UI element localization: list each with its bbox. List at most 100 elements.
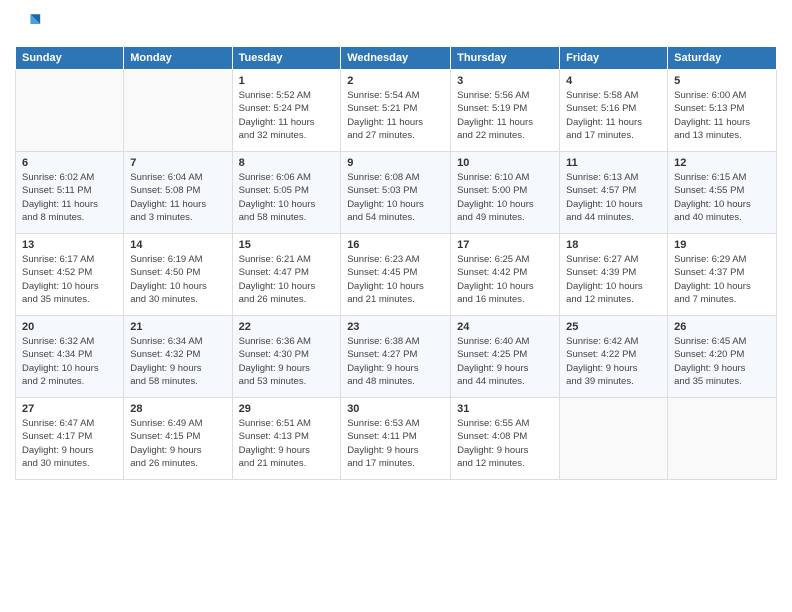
day-number: 15	[239, 239, 335, 251]
day-info: Sunrise: 6:02 AM Sunset: 5:11 PM Dayligh…	[22, 171, 117, 224]
day-info: Sunrise: 6:17 AM Sunset: 4:52 PM Dayligh…	[22, 253, 117, 306]
day-info: Sunrise: 6:25 AM Sunset: 4:42 PM Dayligh…	[457, 253, 553, 306]
day-cell	[16, 70, 124, 152]
day-number: 9	[347, 157, 444, 169]
day-number: 25	[566, 321, 661, 333]
day-number: 6	[22, 157, 117, 169]
day-number: 21	[130, 321, 225, 333]
day-cell: 27Sunrise: 6:47 AM Sunset: 4:17 PM Dayli…	[16, 398, 124, 480]
weekday-header-row: SundayMondayTuesdayWednesdayThursdayFrid…	[16, 47, 777, 70]
day-cell: 10 Sunrise: 6:10 AM Sunset: 5:00 PM Dayli…	[451, 152, 560, 234]
day-cell: 6 Sunrise: 6:02 AM Sunset: 5:11 PM Daylig…	[16, 152, 124, 234]
day-cell: 25 Sunrise: 6:42 AM Sunset: 4:22 PM Dayli…	[560, 316, 668, 398]
day-info: Sunrise: 6:36 AM Sunset: 4:30 PM Dayligh…	[239, 335, 335, 388]
day-info: Sunrise: 6:42 AM Sunset: 4:22 PM Dayligh…	[566, 335, 661, 388]
day-cell: 23 Sunrise: 6:38 AM Sunset: 4:27 PM Dayli…	[341, 316, 451, 398]
day-info: Sunrise: 6:34 AM Sunset: 4:32 PM Dayligh…	[130, 335, 225, 388]
day-cell: 17 Sunrise: 6:25 AM Sunset: 4:42 PM Dayli…	[451, 234, 560, 316]
day-number: 22	[239, 321, 335, 333]
day-info: Sunrise: 5:54 AM Sunset: 5:21 PM Dayligh…	[347, 89, 444, 142]
day-number: 2	[347, 75, 444, 87]
day-cell: 20Sunrise: 6:32 AM Sunset: 4:34 PM Dayli…	[16, 316, 124, 398]
day-info: Sunrise: 6:23 AM Sunset: 4:45 PM Dayligh…	[347, 253, 444, 306]
day-cell: 12 Sunrise: 6:15 AM Sunset: 4:55 PM Dayli…	[668, 152, 777, 234]
day-cell: 4Sunrise: 5:58 AM Sunset: 5:16 PM Daylig…	[560, 70, 668, 152]
weekday-header-wednesday: Wednesday	[341, 47, 451, 70]
day-number: 13	[22, 239, 117, 251]
day-info: Sunrise: 6:47 AM Sunset: 4:17 PM Dayligh…	[22, 417, 117, 470]
day-cell	[124, 70, 232, 152]
day-cell: 19 Sunrise: 6:29 AM Sunset: 4:37 PM Dayli…	[668, 234, 777, 316]
day-number: 17	[457, 239, 553, 251]
week-row-3: 13 Sunrise: 6:17 AM Sunset: 4:52 PM Dayli…	[16, 234, 777, 316]
day-info: Sunrise: 5:56 AM Sunset: 5:19 PM Dayligh…	[457, 89, 553, 142]
day-cell: 8Sunrise: 6:06 AM Sunset: 5:05 PM Daylig…	[232, 152, 341, 234]
day-number: 5	[674, 75, 770, 87]
day-cell: 1Sunrise: 5:52 AM Sunset: 5:24 PM Daylig…	[232, 70, 341, 152]
day-cell: 18 Sunrise: 6:27 AM Sunset: 4:39 PM Dayli…	[560, 234, 668, 316]
day-info: Sunrise: 6:21 AM Sunset: 4:47 PM Dayligh…	[239, 253, 335, 306]
day-cell: 26Sunrise: 6:45 AM Sunset: 4:20 PM Dayli…	[668, 316, 777, 398]
day-cell: 31 Sunrise: 6:55 AM Sunset: 4:08 PM Dayli…	[451, 398, 560, 480]
weekday-header-thursday: Thursday	[451, 47, 560, 70]
day-number: 28	[130, 403, 225, 415]
day-number: 29	[239, 403, 335, 415]
day-cell	[668, 398, 777, 480]
day-info: Sunrise: 6:04 AM Sunset: 5:08 PM Dayligh…	[130, 171, 225, 224]
day-info: Sunrise: 6:40 AM Sunset: 4:25 PM Dayligh…	[457, 335, 553, 388]
day-number: 12	[674, 157, 770, 169]
week-row-1: 1Sunrise: 5:52 AM Sunset: 5:24 PM Daylig…	[16, 70, 777, 152]
day-info: Sunrise: 6:13 AM Sunset: 4:57 PM Dayligh…	[566, 171, 661, 224]
day-cell: 13 Sunrise: 6:17 AM Sunset: 4:52 PM Dayli…	[16, 234, 124, 316]
day-number: 20	[22, 321, 117, 333]
day-info: Sunrise: 6:29 AM Sunset: 4:37 PM Dayligh…	[674, 253, 770, 306]
day-cell: 29 Sunrise: 6:51 AM Sunset: 4:13 PM Dayli…	[232, 398, 341, 480]
day-info: Sunrise: 6:53 AM Sunset: 4:11 PM Dayligh…	[347, 417, 444, 470]
day-info: Sunrise: 6:10 AM Sunset: 5:00 PM Dayligh…	[457, 171, 553, 224]
day-cell: 11 Sunrise: 6:13 AM Sunset: 4:57 PM Dayli…	[560, 152, 668, 234]
day-info: Sunrise: 6:19 AM Sunset: 4:50 PM Dayligh…	[130, 253, 225, 306]
day-number: 1	[239, 75, 335, 87]
day-cell: 28 Sunrise: 6:49 AM Sunset: 4:15 PM Dayli…	[124, 398, 232, 480]
day-info: Sunrise: 6:15 AM Sunset: 4:55 PM Dayligh…	[674, 171, 770, 224]
day-number: 18	[566, 239, 661, 251]
day-number: 16	[347, 239, 444, 251]
day-info: Sunrise: 6:45 AM Sunset: 4:20 PM Dayligh…	[674, 335, 770, 388]
calendar-table: SundayMondayTuesdayWednesdayThursdayFrid…	[15, 46, 777, 480]
day-cell: 7 Sunrise: 6:04 AM Sunset: 5:08 PM Daylig…	[124, 152, 232, 234]
day-number: 7	[130, 157, 225, 169]
day-number: 8	[239, 157, 335, 169]
day-cell: 9 Sunrise: 6:08 AM Sunset: 5:03 PM Daylig…	[341, 152, 451, 234]
day-cell: 15 Sunrise: 6:21 AM Sunset: 4:47 PM Dayli…	[232, 234, 341, 316]
day-cell: 14 Sunrise: 6:19 AM Sunset: 4:50 PM Dayli…	[124, 234, 232, 316]
page-header	[15, 10, 777, 38]
page-container: SundayMondayTuesdayWednesdayThursdayFrid…	[0, 0, 792, 612]
day-cell: 16 Sunrise: 6:23 AM Sunset: 4:45 PM Dayli…	[341, 234, 451, 316]
day-number: 31	[457, 403, 553, 415]
day-info: Sunrise: 6:49 AM Sunset: 4:15 PM Dayligh…	[130, 417, 225, 470]
day-info: Sunrise: 6:27 AM Sunset: 4:39 PM Dayligh…	[566, 253, 661, 306]
day-cell: 2 Sunrise: 5:54 AM Sunset: 5:21 PM Daylig…	[341, 70, 451, 152]
day-info: Sunrise: 6:08 AM Sunset: 5:03 PM Dayligh…	[347, 171, 444, 224]
weekday-header-monday: Monday	[124, 47, 232, 70]
day-number: 10	[457, 157, 553, 169]
day-number: 19	[674, 239, 770, 251]
day-info: Sunrise: 6:51 AM Sunset: 4:13 PM Dayligh…	[239, 417, 335, 470]
day-cell: 22 Sunrise: 6:36 AM Sunset: 4:30 PM Dayli…	[232, 316, 341, 398]
logo-icon	[15, 10, 43, 38]
week-row-2: 6 Sunrise: 6:02 AM Sunset: 5:11 PM Daylig…	[16, 152, 777, 234]
day-number: 30	[347, 403, 444, 415]
day-cell: 30 Sunrise: 6:53 AM Sunset: 4:11 PM Dayli…	[341, 398, 451, 480]
day-number: 3	[457, 75, 553, 87]
day-cell: 3 Sunrise: 5:56 AM Sunset: 5:19 PM Daylig…	[451, 70, 560, 152]
logo	[15, 10, 47, 38]
weekday-header-sunday: Sunday	[16, 47, 124, 70]
day-number: 4	[566, 75, 661, 87]
day-info: Sunrise: 6:38 AM Sunset: 4:27 PM Dayligh…	[347, 335, 444, 388]
day-number: 14	[130, 239, 225, 251]
day-info: Sunrise: 6:55 AM Sunset: 4:08 PM Dayligh…	[457, 417, 553, 470]
day-info: Sunrise: 6:00 AM Sunset: 5:13 PM Dayligh…	[674, 89, 770, 142]
weekday-header-tuesday: Tuesday	[232, 47, 341, 70]
day-number: 23	[347, 321, 444, 333]
day-number: 11	[566, 157, 661, 169]
